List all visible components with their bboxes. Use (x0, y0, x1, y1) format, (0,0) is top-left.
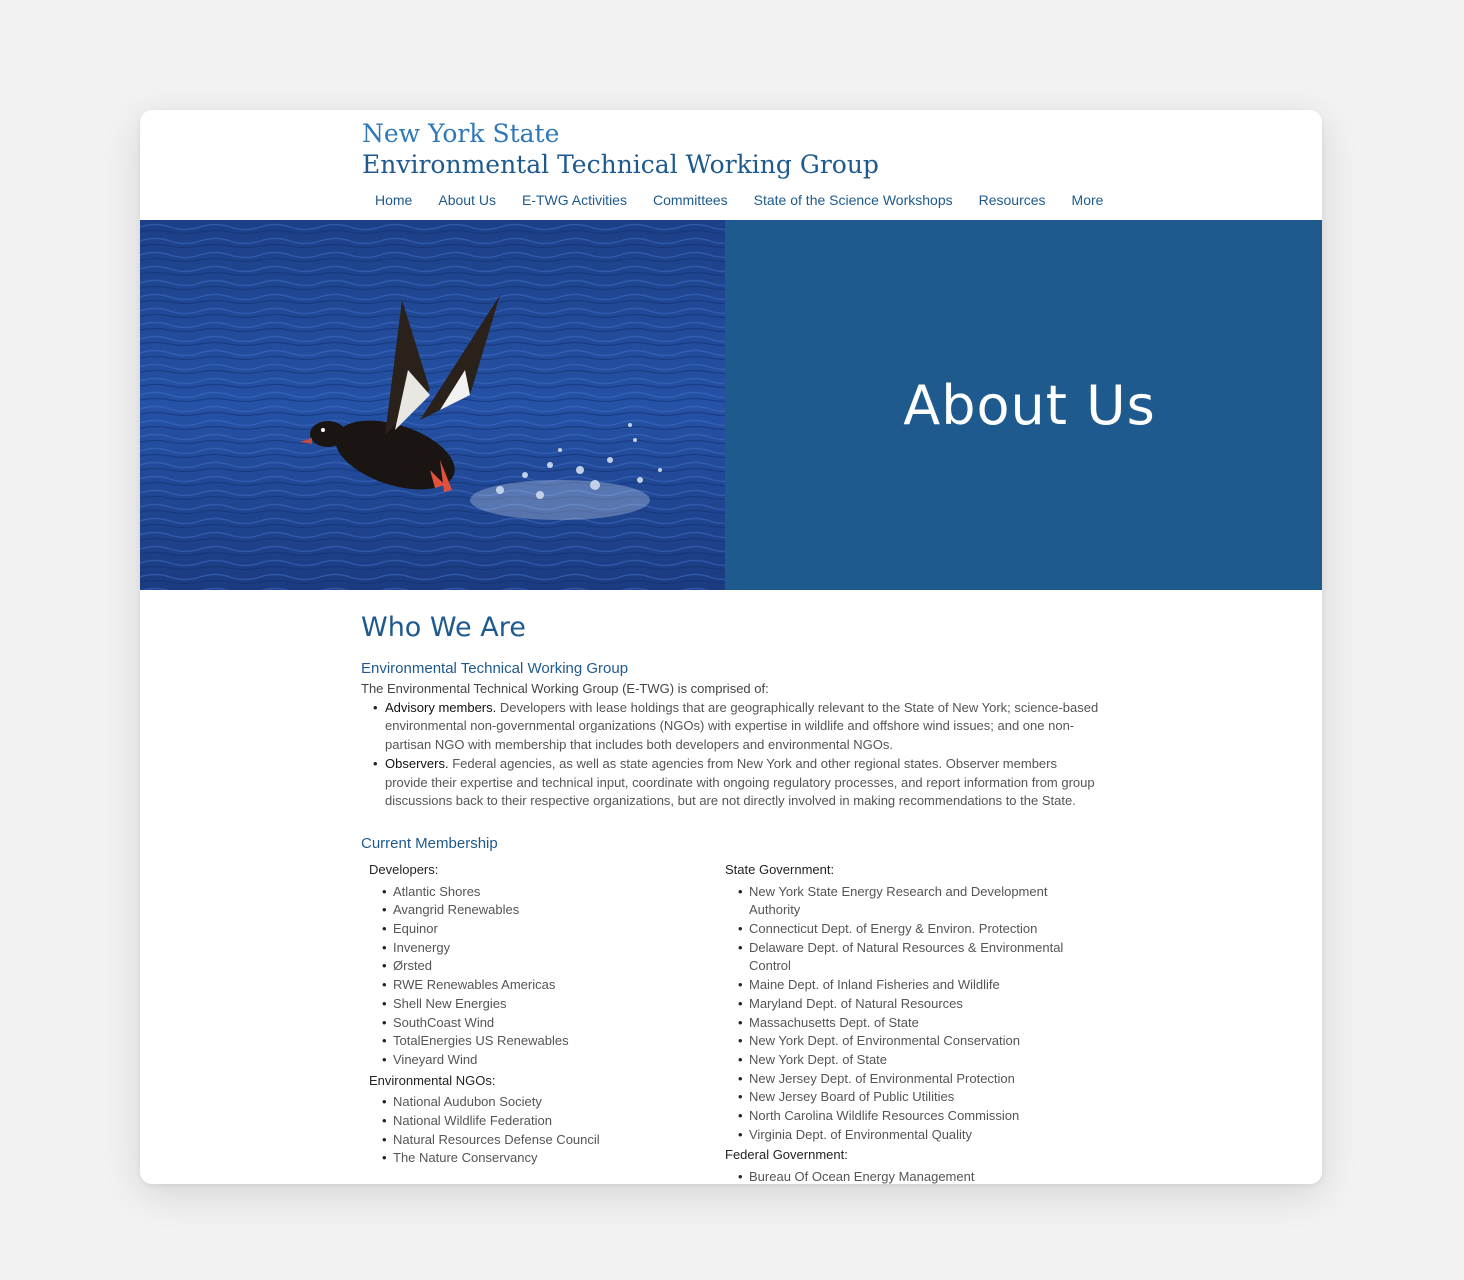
list-item: Natural Resources Defense Council (382, 1131, 699, 1150)
list-item: Maryland Dept. of Natural Resources (738, 995, 1085, 1014)
list-item: Bureau Of Ocean Energy Management (738, 1168, 1085, 1184)
list-item: New York Dept. of Environmental Conserva… (738, 1032, 1085, 1051)
intro-text: The Environmental Technical Working Grou… (361, 681, 769, 696)
list-item: North Carolina Wildlife Resources Commis… (738, 1107, 1085, 1126)
definition-text: Federal agencies, as well as state agenc… (385, 755, 1095, 809)
list-item: Invenergy (382, 939, 699, 958)
nav-state-of-science[interactable]: State of the Science Workshops (741, 190, 966, 210)
list-item: Avangrid Renewables (382, 901, 699, 920)
list-item: National Wildlife Federation (382, 1112, 699, 1131)
list-item: Shell New Energies (382, 995, 699, 1014)
state-government-list: New York State Energy Research and Devel… (725, 883, 1085, 1145)
hero-banner: About Us (140, 220, 1322, 590)
nav-resources[interactable]: Resources (966, 190, 1059, 210)
membership-definitions: Advisory members. Developers with lease … (361, 699, 1101, 811)
hero-title-panel: About Us (725, 220, 1322, 590)
list-item: Atlantic Shores (382, 883, 699, 902)
list-item: National Audubon Society (382, 1093, 699, 1112)
list-item: Observers. Federal agencies, as well as … (373, 755, 1101, 811)
list-item: Massachusetts Dept. of State (738, 1014, 1085, 1033)
page-heading: Who We Are (361, 612, 526, 643)
list-item: New Jersey Board of Public Utilities (738, 1088, 1085, 1107)
nav-etwg-activities[interactable]: E-TWG Activities (509, 190, 640, 210)
nav-about-us[interactable]: About Us (425, 190, 509, 210)
federal-government-title: Federal Government: (725, 1147, 848, 1163)
main-nav: Home About Us E-TWG Activities Committee… (362, 190, 1116, 210)
list-item: The Nature Conservancy (382, 1149, 699, 1168)
browser-window: New York State Environmental Technical W… (140, 110, 1322, 1184)
definition-term: Observers. (385, 755, 449, 771)
ngos-list: National Audubon Society National Wildli… (369, 1093, 699, 1168)
site-title[interactable]: New York State Environmental Technical W… (362, 118, 879, 180)
list-item: TotalEnergies US Renewables (382, 1032, 699, 1051)
site-title-line1[interactable]: New York State (362, 118, 879, 149)
list-item: Vineyard Wind (382, 1051, 699, 1070)
list-item: New Jersey Dept. of Environmental Protec… (738, 1070, 1085, 1089)
list-item: Connecticut Dept. of Energy & Environ. P… (738, 920, 1085, 939)
state-government-title: State Government: (725, 861, 835, 877)
list-item: Maine Dept. of Inland Fisheries and Wild… (738, 976, 1085, 995)
developers-title: Developers: (369, 861, 439, 877)
list-item: Delaware Dept. of Natural Resources & En… (738, 939, 1085, 976)
site-title-line2[interactable]: Environmental Technical Working Group (362, 149, 879, 180)
definition-term: Advisory members. (385, 699, 497, 715)
developers-list: Atlantic Shores Avangrid Renewables Equi… (369, 883, 699, 1070)
site-header: New York State Environmental Technical W… (140, 110, 1322, 220)
duck-photo (140, 220, 725, 590)
membership-right-column: State Government: New York State Energy … (725, 861, 1085, 1184)
hero-title: About Us (903, 373, 1156, 437)
nav-more[interactable]: More (1059, 190, 1117, 210)
list-item: Equinor (382, 920, 699, 939)
membership-left-column: Developers: Atlantic Shores Avangrid Ren… (369, 861, 699, 1170)
federal-government-list: Bureau Of Ocean Energy Management (725, 1168, 1085, 1184)
ngos-title: Environmental NGOs: (369, 1072, 496, 1088)
list-item: Advisory members. Developers with lease … (373, 699, 1101, 755)
nav-committees[interactable]: Committees (640, 190, 741, 210)
list-item: New York State Energy Research and Devel… (738, 883, 1085, 920)
list-item: RWE Renewables Americas (382, 976, 699, 995)
current-membership-heading: Current Membership (361, 834, 498, 852)
list-item: Virginia Dept. of Environmental Quality (738, 1126, 1085, 1145)
list-item: Ørsted (382, 957, 699, 976)
list-item: New York Dept. of State (738, 1051, 1085, 1070)
nav-home[interactable]: Home (362, 190, 425, 210)
list-item: SouthCoast Wind (382, 1014, 699, 1033)
section-subheading: Environmental Technical Working Group (361, 660, 629, 677)
main-content: Who We Are Environmental Technical Worki… (361, 608, 1101, 1184)
